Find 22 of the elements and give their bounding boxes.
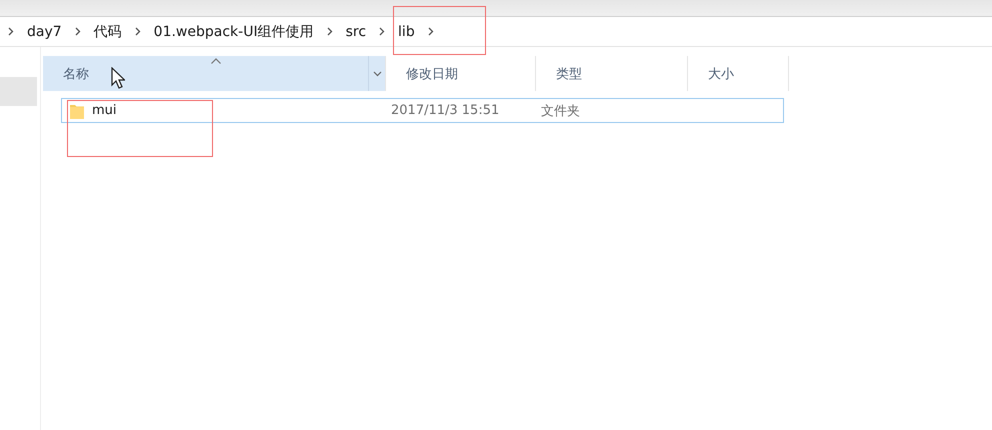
file-name: mui	[92, 103, 117, 118]
chevron-icon[interactable]	[134, 27, 141, 36]
chevron-icon[interactable]	[428, 27, 434, 36]
chevron-icon[interactable]	[8, 27, 14, 36]
breadcrumb-item[interactable]: 01.webpack-UI组件使用	[154, 22, 314, 40]
breadcrumb-item[interactable]: 代码	[94, 22, 122, 40]
sort-caret-icon	[210, 58, 222, 64]
chevron-icon[interactable]	[326, 27, 333, 36]
dropdown-icon[interactable]	[372, 70, 382, 76]
column-header[interactable]: 大小	[688, 56, 789, 91]
column-header[interactable]: 类型	[536, 56, 688, 91]
breadcrumb-item[interactable]: src	[346, 24, 366, 40]
chevron-icon[interactable]	[379, 27, 386, 36]
file-row[interactable]: mui 2017/11/3 15:51 文件夹	[61, 98, 784, 123]
modified-date: 2017/11/3 15:51	[391, 103, 500, 118]
breadcrumb-item[interactable]: day7	[27, 24, 62, 40]
breadcrumb-item[interactable]: lib	[398, 24, 415, 40]
column-header[interactable]: 名称	[43, 56, 386, 91]
file-type: 文件夹	[541, 102, 580, 120]
chevron-icon[interactable]	[74, 27, 81, 36]
cursor-icon	[111, 67, 125, 89]
column-header[interactable]: 修改日期	[386, 56, 536, 91]
